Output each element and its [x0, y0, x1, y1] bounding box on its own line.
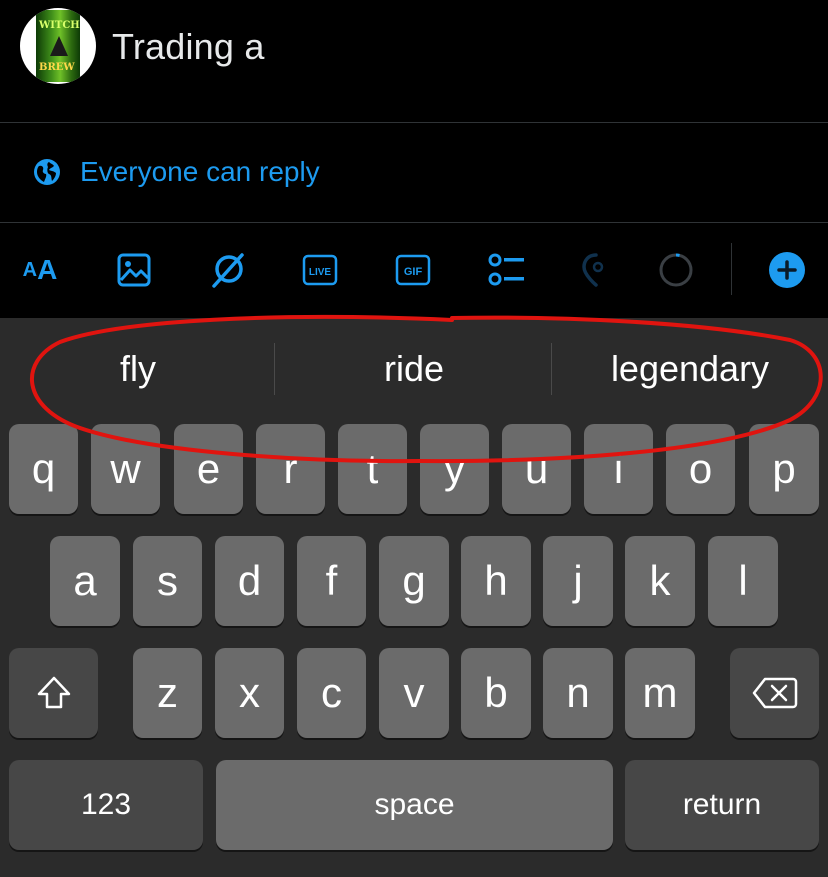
suggestion-fly[interactable]: fly	[40, 348, 236, 390]
suggestion-legendary[interactable]: legendary	[576, 348, 804, 390]
key-i[interactable]: i	[584, 424, 653, 514]
key-h[interactable]: h	[461, 536, 531, 626]
globe-icon[interactable]	[32, 157, 62, 187]
key-p[interactable]: p	[749, 424, 819, 514]
key-m[interactable]: m	[625, 648, 695, 738]
avatar-text-top: WITCH	[39, 20, 80, 31]
add-post-icon[interactable]	[763, 246, 811, 294]
key-e[interactable]: e	[174, 424, 243, 514]
backspace-icon	[752, 677, 797, 709]
key-v[interactable]: v	[379, 648, 449, 738]
toolbar-separator	[731, 243, 732, 295]
live-icon[interactable]: LIVE	[296, 246, 344, 294]
image-icon[interactable]	[110, 246, 158, 294]
key-d[interactable]: d	[215, 536, 284, 626]
shift-key[interactable]	[9, 648, 98, 738]
key-a[interactable]: a	[50, 536, 120, 626]
gif-label: GIF	[404, 266, 423, 278]
key-r[interactable]: r	[256, 424, 325, 514]
character-count-icon	[652, 246, 700, 294]
suggestion-separator	[551, 343, 552, 395]
shift-icon	[37, 676, 70, 709]
grok-icon[interactable]	[204, 246, 252, 294]
key-c[interactable]: c	[297, 648, 366, 738]
key-j[interactable]: j	[543, 536, 613, 626]
live-label: LIVE	[309, 267, 332, 278]
suggestion-separator	[274, 343, 275, 395]
compose-area: WITCH BREW Trading a	[0, 0, 828, 122]
gif-icon[interactable]: GIF	[389, 246, 437, 294]
numbers-key[interactable]: 123	[9, 760, 203, 850]
avatar-text-bottom: BREW	[39, 62, 75, 73]
avatar[interactable]: WITCH BREW	[20, 8, 96, 84]
key-x[interactable]: x	[215, 648, 284, 738]
key-o[interactable]: o	[666, 424, 735, 514]
key-n[interactable]: n	[543, 648, 613, 738]
post-draft-text[interactable]: Trading a	[112, 26, 265, 68]
key-t[interactable]: t	[338, 424, 407, 514]
key-g[interactable]: g	[379, 536, 449, 626]
predictive-text-bar: fly ride legendary	[0, 318, 828, 422]
text-format-icon[interactable]: AA	[16, 246, 64, 294]
divider	[0, 122, 828, 123]
suggestion-ride[interactable]: ride	[300, 348, 528, 390]
aa-big: A	[37, 254, 58, 285]
key-k[interactable]: k	[625, 536, 695, 626]
avatar-image: WITCH BREW	[36, 10, 80, 82]
key-w[interactable]: w	[91, 424, 160, 514]
key-q[interactable]: q	[9, 424, 78, 514]
return-key[interactable]: return	[625, 760, 819, 850]
key-z[interactable]: z	[133, 648, 202, 738]
compose-toolbar: AA LIVE GIF	[0, 223, 828, 318]
reply-setting-button[interactable]: Everyone can reply	[80, 156, 320, 188]
key-u[interactable]: u	[502, 424, 571, 514]
aa-small: A	[22, 258, 38, 281]
key-s[interactable]: s	[133, 536, 202, 626]
key-l[interactable]: l	[708, 536, 778, 626]
key-y[interactable]: y	[420, 424, 489, 514]
poll-icon[interactable]	[482, 246, 530, 294]
delete-key[interactable]	[730, 648, 819, 738]
location-icon	[572, 246, 620, 294]
witch-hat-shape	[50, 36, 68, 56]
key-f[interactable]: f	[297, 536, 366, 626]
space-key[interactable]: space	[216, 760, 613, 850]
key-b[interactable]: b	[461, 648, 531, 738]
ios-keyboard: fly ride legendary q w e r t y u i o p a…	[0, 318, 828, 877]
